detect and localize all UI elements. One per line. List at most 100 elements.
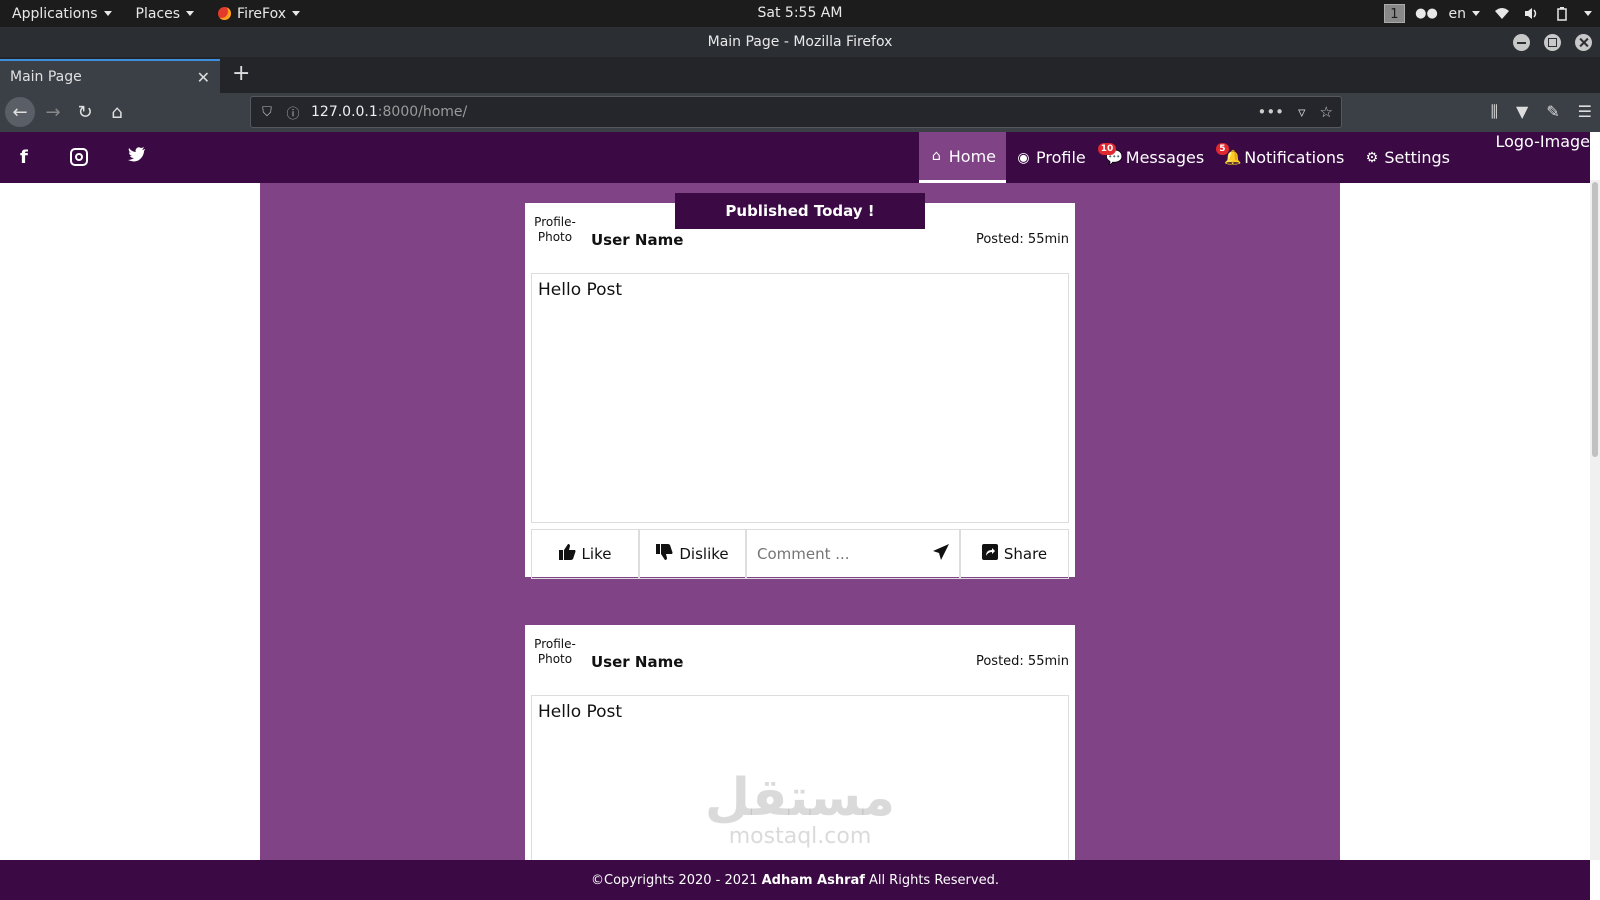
gear-icon: ⚙ (1365, 149, 1379, 166)
people-icon[interactable]: ●● (1415, 6, 1438, 21)
nav-messages-label: Messages (1125, 148, 1205, 167)
nav-settings-label: Settings (1384, 148, 1450, 167)
places-menu[interactable]: Places (124, 0, 207, 27)
tab-strip: Main Page ✕ + (0, 57, 1600, 93)
close-window-icon[interactable] (1575, 34, 1592, 51)
applications-label: Applications (12, 5, 98, 22)
watermark: مستقل mostaql.com (700, 772, 900, 849)
profile-photo[interactable]: Profile-Photo (533, 637, 577, 667)
minimize-icon[interactable] (1513, 34, 1530, 51)
firefox-app-label: FireFox (237, 5, 287, 22)
watermark-latin: mostaql.com (728, 824, 872, 849)
nav-messages[interactable]: 10 💬 Messages (1096, 132, 1214, 183)
like-label: Like (581, 545, 612, 563)
language-menu[interactable]: en (1448, 0, 1480, 27)
like-button[interactable]: Like (531, 529, 639, 579)
nav-profile-label: Profile (1036, 148, 1086, 167)
chevron-down-icon (1472, 11, 1480, 16)
system-top-bar: Applications Places FireFox Sat 5:55 AM … (0, 0, 1600, 27)
nav-profile[interactable]: ◉ Profile (1006, 132, 1096, 183)
new-tab-icon[interactable]: + (232, 63, 250, 85)
wifi-icon[interactable] (1494, 7, 1510, 21)
eyedropper-icon[interactable]: ✎ (1546, 102, 1559, 122)
nav-notifications-label: Notifications (1244, 148, 1345, 167)
post-body: Hello Post (531, 273, 1069, 523)
home-icon: ⌂ (931, 148, 941, 164)
clock[interactable]: Sat 5:55 AM (700, 5, 900, 21)
url-host: 127.0.0.1 (311, 104, 378, 120)
hamburger-menu-icon[interactable]: ☰ (1578, 102, 1592, 122)
thumbs-down-icon (656, 544, 673, 564)
back-arrow-icon[interactable]: ← (5, 97, 35, 127)
battery-icon[interactable] (1554, 6, 1570, 21)
dislike-label: Dislike (679, 545, 729, 563)
chevron-down-icon (103, 11, 112, 16)
system-menu-caret[interactable] (1584, 11, 1592, 16)
language-label: en (1448, 5, 1467, 22)
post-username[interactable]: User Name (591, 231, 683, 249)
volume-icon[interactable] (1524, 7, 1540, 21)
messages-badge: 10 (1097, 143, 1117, 155)
thumbs-up-icon (558, 544, 576, 564)
post-username[interactable]: User Name (591, 653, 683, 671)
comment-input[interactable] (757, 545, 917, 563)
url-path: :8000/home/ (377, 104, 468, 120)
workspace-indicator[interactable]: 1 (1384, 4, 1405, 23)
nav-notifications[interactable]: 5 🔔 Notifications (1214, 132, 1354, 183)
chevron-down-icon (186, 11, 195, 16)
watermark-arabic: مستقل (704, 768, 896, 828)
chevron-down-icon (292, 11, 301, 16)
instagram-icon[interactable] (70, 148, 88, 166)
nav-home[interactable]: ⌂ Home (918, 132, 1007, 183)
shield-icon[interactable]: ⛉ (259, 104, 275, 120)
notifications-badge: 5 (1216, 143, 1229, 155)
post-actions: Like Dislike Share (531, 529, 1069, 579)
dislike-button[interactable]: Dislike (639, 529, 746, 579)
site-menu: ⌂ Home ◉ Profile 10 💬 Messages 5 🔔 Notif… (918, 132, 1460, 183)
window-title: Main Page - Mozilla Firefox (707, 34, 893, 50)
facebook-icon[interactable]: f (20, 147, 28, 168)
close-tab-icon[interactable]: ✕ (197, 68, 210, 87)
tab-label: Main Page (10, 69, 82, 85)
footer-suffix: All Rights Reserved. (868, 872, 999, 888)
site-navbar: f ⌂ Home ◉ Profile 10 💬 Messages 5 🔔 Not… (0, 132, 1590, 183)
comment-box (746, 529, 960, 579)
page-viewport: f ⌂ Home ◉ Profile 10 💬 Messages 5 🔔 Not… (0, 132, 1600, 900)
pocket-icon[interactable]: ▿ (1298, 103, 1306, 121)
share-button[interactable]: Share (960, 529, 1069, 579)
post-card: Profile-Photo User Name Posted: 55min He… (525, 625, 1075, 900)
twitter-icon[interactable] (128, 147, 146, 167)
window-titlebar: Main Page - Mozilla Firefox (0, 27, 1600, 57)
post-time: Posted: 55min (975, 232, 1069, 247)
forward-arrow-icon[interactable]: → (38, 97, 68, 127)
site-footer: ©Copyrights 2020 - 2021 Adham Ashraf All… (0, 860, 1590, 900)
footer-author: Adham Ashraf (761, 872, 865, 888)
reload-icon[interactable]: ↻ (70, 97, 100, 127)
firefox-icon (218, 7, 232, 20)
firefox-app-menu[interactable]: FireFox (206, 0, 312, 27)
home-icon[interactable]: ⌂ (102, 97, 132, 127)
url-bar[interactable]: ⛉ ⓘ 127.0.0.1:8000/home/ ••• ▿ ☆ (250, 96, 1342, 128)
applications-menu[interactable]: Applications (0, 0, 124, 27)
post-card: Published Today ! Profile-Photo User Nam… (525, 193, 1075, 579)
extension-icon[interactable]: ▼ (1516, 102, 1528, 122)
bookmark-star-icon[interactable]: ☆ (1320, 103, 1333, 121)
post-time: Posted: 55min (975, 654, 1069, 669)
page-scrollbar[interactable] (1590, 180, 1600, 860)
info-icon[interactable]: ⓘ (285, 104, 301, 122)
maximize-icon[interactable] (1544, 34, 1561, 51)
places-label: Places (135, 5, 181, 22)
nav-settings[interactable]: ⚙ Settings (1354, 132, 1460, 183)
scrollbar-thumb[interactable] (1592, 182, 1598, 457)
send-icon[interactable] (933, 544, 949, 564)
user-circle-icon: ◉ (1017, 149, 1030, 166)
published-banner: Published Today ! (675, 193, 925, 229)
profile-photo[interactable]: Profile-Photo (533, 215, 577, 245)
tab-main-page[interactable]: Main Page ✕ (0, 59, 220, 93)
page-actions-icon[interactable]: ••• (1257, 103, 1284, 121)
library-icon[interactable]: ⫼ (1491, 102, 1498, 122)
nav-home-label: Home (948, 146, 997, 166)
logo-image[interactable]: Logo-Image (1495, 132, 1590, 151)
footer-prefix: ©Copyrights 2020 - 2021 (591, 872, 758, 888)
share-label: Share (1003, 545, 1048, 563)
